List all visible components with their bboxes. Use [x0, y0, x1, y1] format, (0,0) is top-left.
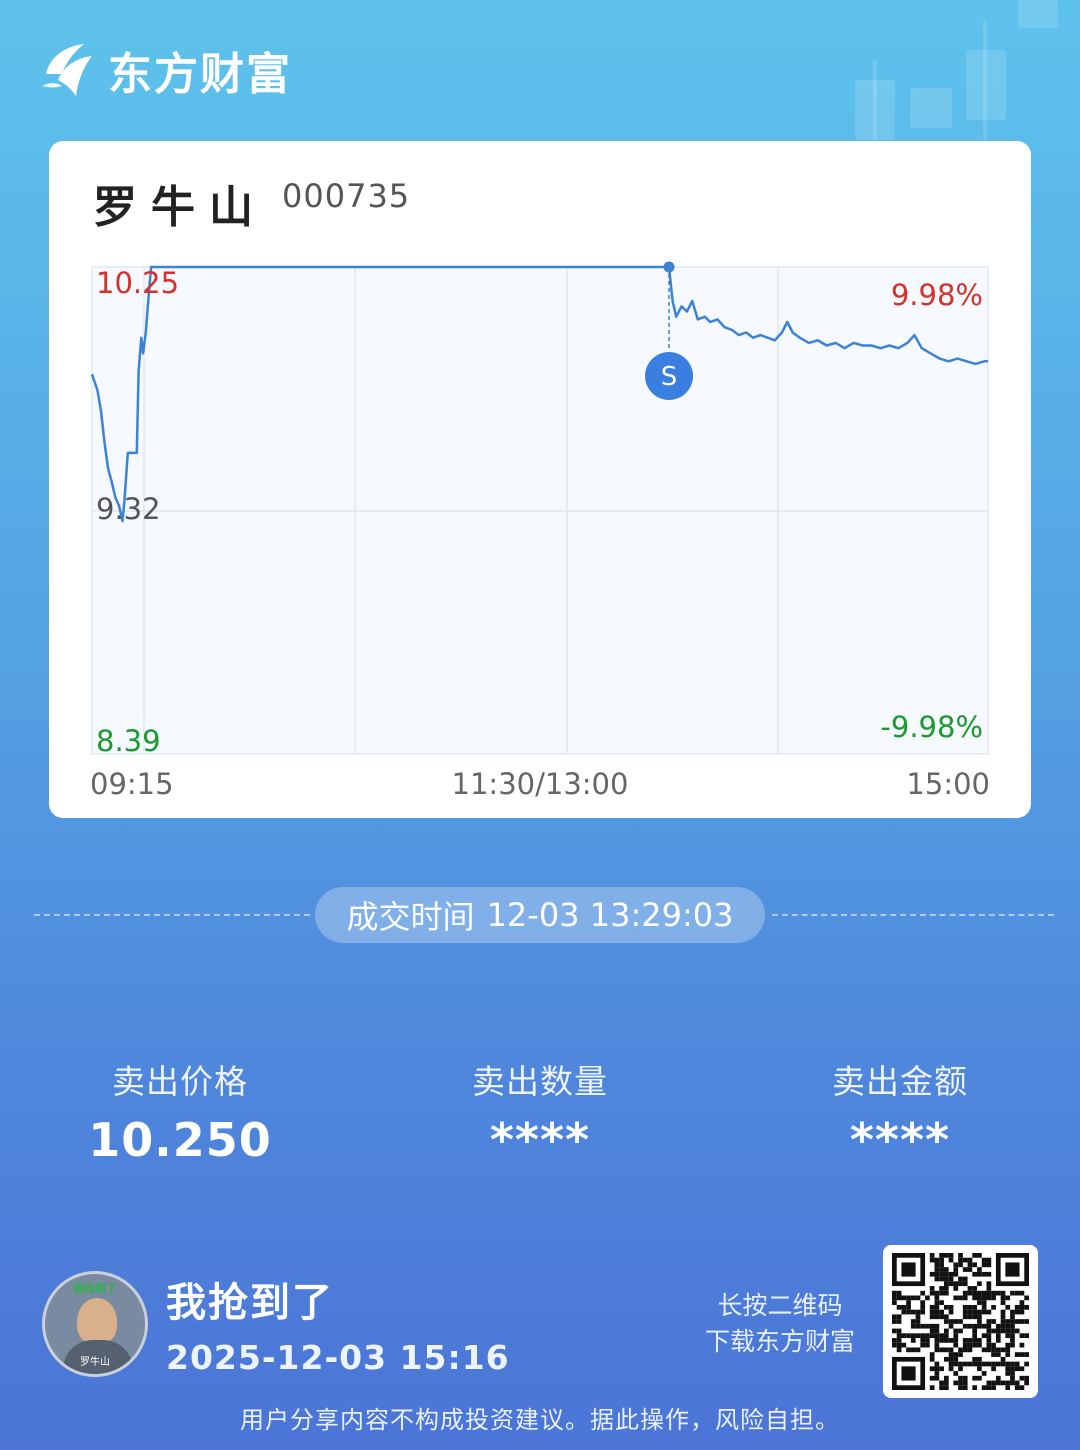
x-tick-label-start: 09:15 [90, 767, 174, 801]
y-min-label: 8.39 [96, 724, 161, 758]
stat-sell-quantity: 卖出数量 **** [390, 1055, 690, 1167]
trade-time-row: 成交时间 12-03 13:29:03 [0, 887, 1080, 943]
stat-value: **** [849, 1113, 951, 1167]
stat-label: 卖出数量 [472, 1062, 608, 1101]
decorative-wick [983, 20, 987, 140]
trade-time-label: 成交时间 [346, 898, 475, 936]
qr-hint-line2: 下载东方财富 [704, 1327, 855, 1356]
qr-code-icon [892, 1253, 1029, 1390]
avatar-caption-top: 我抢到了 [73, 1281, 117, 1295]
qr-hint-line1: 长按二维码 [717, 1291, 843, 1320]
avatar-figure [77, 1297, 117, 1344]
dashed-divider-right [772, 914, 1054, 916]
stat-label: 卖出价格 [112, 1062, 248, 1101]
stat-value: 10.250 [88, 1113, 272, 1167]
qr-hint: 长按二维码 下载东方财富 [690, 1288, 870, 1360]
trade-time-value: 12-03 13:29:03 [486, 896, 734, 934]
user-share-block: 我抢到了 罗牛山 我抢到了 2025-12-03 15:16 [42, 1270, 510, 1377]
brand-name: 东方财富 [108, 49, 292, 100]
brand-logo: 东方财富 [40, 38, 292, 102]
sell-point-dot [663, 261, 675, 273]
qr-code[interactable] [883, 1245, 1038, 1398]
x-tick-label-end: 15:00 [906, 767, 990, 801]
intraday-chart: S 10.25 9.32 8.39 9.98% -9.98% 09:15 11:… [90, 261, 990, 801]
y-max-label: 10.25 [96, 266, 179, 300]
stock-card: 罗牛山 000735 S 10.25 9.32 8.39 9.98% -9.98… [49, 141, 1031, 818]
avatar[interactable]: 我抢到了 罗牛山 [42, 1270, 148, 1377]
pct-max-label: 9.98% [891, 278, 983, 312]
avatar-caption-bottom: 罗牛山 [80, 1356, 110, 1368]
dashed-divider-left [34, 914, 310, 916]
stat-label: 卖出金额 [832, 1062, 968, 1101]
decorative-wick [873, 60, 877, 140]
share-title: 我抢到了 [166, 1280, 334, 1326]
x-tick-label-mid: 11:30/13:00 [452, 767, 629, 801]
stat-sell-amount: 卖出金额 **** [750, 1055, 1050, 1167]
trade-time-pill: 成交时间 12-03 13:29:03 [315, 887, 765, 943]
y-mid-label: 9.32 [96, 492, 161, 526]
decorative-candle [910, 88, 952, 128]
sell-marker-label: S [661, 362, 678, 392]
pct-min-label: -9.98% [880, 710, 983, 744]
share-time: 2025-12-03 15:16 [166, 1338, 510, 1377]
eastmoney-logo-icon [42, 44, 92, 96]
decorative-candle [1018, 0, 1058, 28]
stat-sell-price: 卖出价格 10.250 [30, 1055, 330, 1167]
stat-value: **** [489, 1113, 591, 1167]
disclaimer: 用户分享内容不构成投资建议。据此操作，风险自担。 [240, 1406, 840, 1434]
